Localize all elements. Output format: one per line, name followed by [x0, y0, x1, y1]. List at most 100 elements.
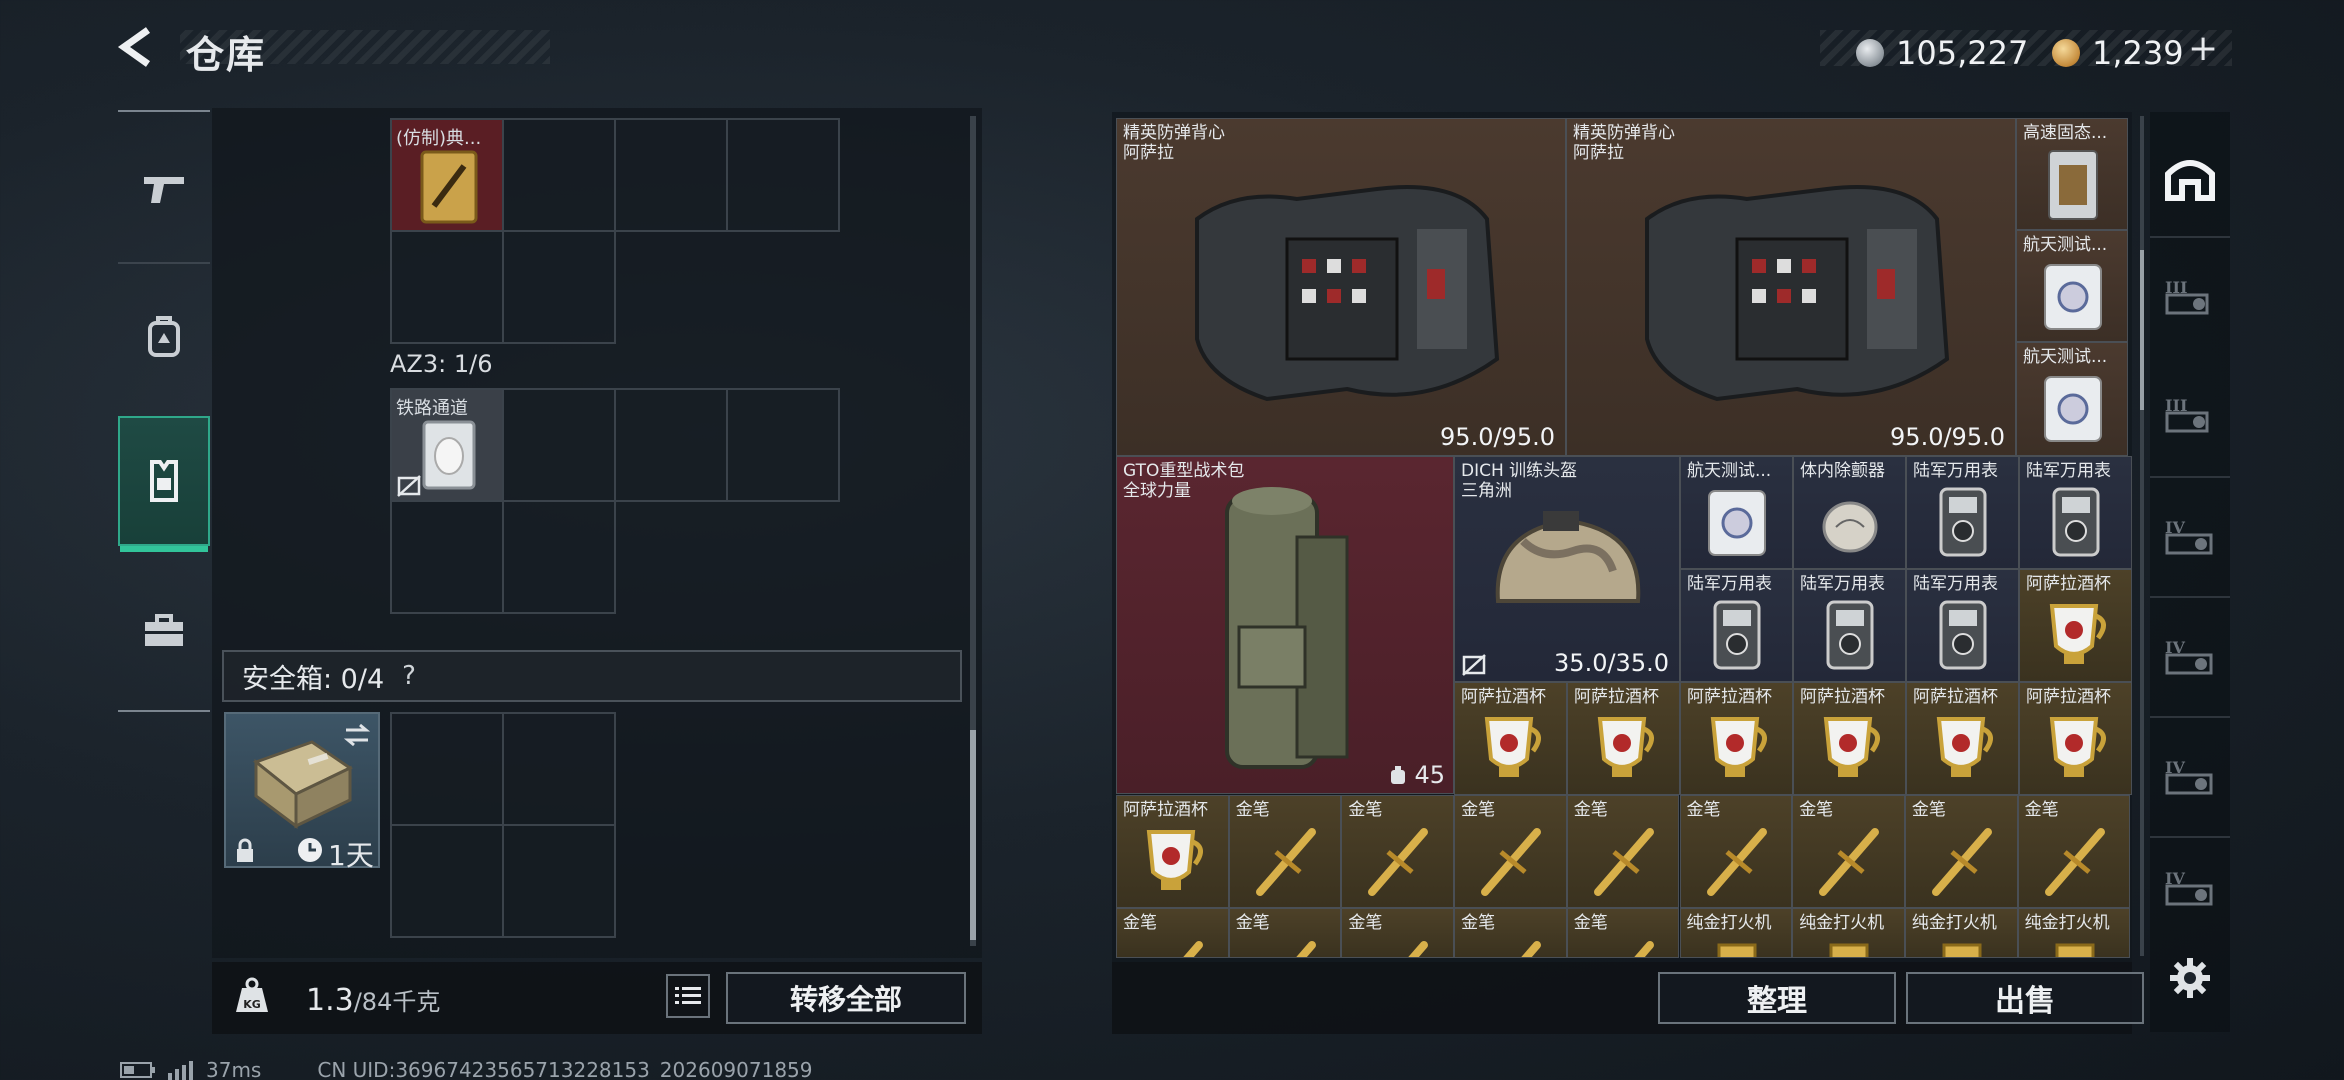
stash-item[interactable]: 阿萨拉酒杯 [1680, 682, 1793, 795]
stash-item[interactable]: 金笔 [1341, 795, 1455, 908]
stash-item[interactable]: 陆军万用表 [1906, 456, 2019, 569]
stash-item[interactable]: 陆军万用表 [1906, 569, 2019, 682]
grid-slot[interactable] [390, 712, 504, 826]
stash-item[interactable]: 金笔 [1679, 795, 1793, 908]
gear-icon [2170, 958, 2210, 998]
settings-button[interactable] [2150, 944, 2230, 1012]
grid-slot[interactable] [614, 388, 728, 502]
sort-button[interactable]: 整理 [1658, 972, 1896, 1024]
grid-slot[interactable] [390, 500, 504, 614]
goblet-icon [2049, 717, 2106, 777]
item-dich-helmet[interactable]: DICH 训练头盔 三角洲 35.0/35.0 [1454, 456, 1680, 682]
item-elite-vest-1[interactable]: 精英防弹背心 阿萨拉 95.0/95.0 [1116, 118, 1566, 456]
stash-item[interactable]: 金笔 [1228, 795, 1342, 908]
item-name: 高速固态... [2023, 123, 2108, 143]
stash-item[interactable]: 金笔 [1454, 908, 1567, 958]
item-name: 阿萨拉酒杯 [2026, 574, 2111, 594]
tab-tier-4-a[interactable]: IV [2150, 478, 2230, 596]
grid-slot[interactable] [614, 118, 728, 232]
item-name: 航天测试... [2023, 347, 2108, 367]
safe-box-slot[interactable]: 1天 [224, 712, 380, 872]
grid-slot[interactable]: (仿制)典... [390, 118, 504, 232]
swap-icon[interactable] [342, 722, 372, 748]
stash-item[interactable]: 金笔 [1566, 795, 1680, 908]
item-ssd[interactable]: 高速固态... [2016, 118, 2128, 230]
stash-item[interactable]: 纯金打火机 [1904, 908, 2018, 958]
keycard-icon [422, 420, 476, 490]
multimeter-icon [1713, 600, 1761, 670]
stash-item[interactable]: 陆军万用表 [2019, 456, 2132, 569]
add-currency-button[interactable]: + [2188, 28, 2218, 69]
tab-tier-4-b[interactable]: IV [2150, 598, 2230, 716]
grid-slot[interactable] [390, 824, 504, 938]
stash-item[interactable]: 阿萨拉酒杯 [1906, 682, 2019, 795]
nav-weapons[interactable] [118, 124, 210, 254]
item-elite-vest-2[interactable]: 精英防弹背心 阿萨拉 95.0/95.0 [1566, 118, 2016, 456]
defibrillator-icon [1822, 501, 1878, 553]
item-name: 金笔 [1799, 800, 1834, 820]
stash-item[interactable]: 航天测试... [1680, 456, 1793, 569]
left-scrollbar-thumb[interactable] [970, 730, 976, 940]
item-gto-backpack[interactable]: GTO重型战术包 全球力量 45 [1116, 456, 1454, 794]
item-name: 航天测试... [2023, 235, 2108, 255]
grid-slot[interactable] [502, 118, 616, 232]
stash-item[interactable]: 阿萨拉酒杯 [1454, 682, 1567, 795]
stash-item[interactable]: 阿萨拉酒杯 [1116, 795, 1229, 908]
stash-item[interactable]: 阿萨拉酒杯 [2019, 569, 2132, 682]
stash-item[interactable]: 金笔 [1454, 795, 1567, 908]
nav-vest[interactable] [118, 416, 210, 552]
item-name: 陆军万用表 [1913, 461, 1998, 481]
gold-currency: 1,239 [2052, 34, 2184, 72]
stash-item[interactable]: 体内除颤器 [1793, 456, 1906, 569]
tab-tier-3-b[interactable]: III [2150, 356, 2230, 474]
right-scrollbar-track[interactable] [2140, 116, 2144, 956]
tab-tier-3-a[interactable]: III [2150, 238, 2230, 356]
item-name: 纯金打火机 [1911, 913, 1997, 933]
stash-item[interactable]: 阿萨拉酒杯 [1567, 682, 1680, 795]
right-scrollbar-thumb[interactable] [2140, 250, 2144, 410]
grid-slot[interactable] [502, 824, 616, 938]
grid-slot[interactable] [390, 230, 504, 344]
grid-slot[interactable]: 铁路通道 [390, 388, 504, 502]
grid-slot[interactable] [502, 388, 616, 502]
stash-item[interactable]: 金笔 [1792, 795, 1905, 908]
stash-item[interactable]: 阿萨拉酒杯 [2019, 682, 2132, 795]
grid-slot[interactable] [726, 118, 840, 232]
weight-readout: 1.3/84千克 [306, 982, 440, 1018]
goblet-icon [1597, 717, 1654, 777]
back-button[interactable] [112, 22, 162, 72]
grid-slot[interactable] [502, 712, 616, 826]
nav-backpack[interactable] [118, 272, 210, 402]
stash-item[interactable]: 陆军万用表 [1793, 569, 1906, 682]
multimeter-icon [1826, 600, 1874, 670]
stash-item[interactable]: 金笔 [1904, 795, 2018, 908]
status-bar: 37ms CN UID:3696742356571322815​3_202609… [120, 1058, 813, 1080]
item-aerospace-test-2[interactable]: 航天测试... [2016, 342, 2128, 456]
transfer-all-button[interactable]: 转移全部 [726, 972, 966, 1024]
tier-4-key-icon: IV [2165, 518, 2213, 555]
stash-item[interactable]: 金笔 [1116, 908, 1229, 958]
stash-item[interactable]: 金笔 [1228, 908, 1342, 958]
stash-item[interactable]: 陆军万用表 [1680, 569, 1793, 682]
grid-slot[interactable] [502, 230, 616, 344]
stash-item[interactable]: 纯金打火机 [1679, 908, 1793, 958]
item-aerospace-test-1[interactable]: 航天测试... [2016, 230, 2128, 342]
stash-item[interactable]: 阿萨拉酒杯 [1793, 682, 1906, 795]
item-name: 金笔 [1461, 913, 1496, 933]
nav-case[interactable] [118, 566, 210, 696]
help-icon[interactable]: ? [402, 661, 416, 691]
grid-slot[interactable] [726, 388, 840, 502]
stash-item[interactable]: 纯金打火机 [1792, 908, 1905, 958]
tab-tier-4-d[interactable]: IV [2150, 838, 2230, 938]
stash-item[interactable]: 金笔 [1566, 908, 1680, 958]
list-view-button[interactable] [666, 974, 710, 1018]
stash-item[interactable]: 金笔 [2017, 795, 2131, 908]
grid-slot[interactable] [502, 500, 616, 614]
stash-item[interactable]: 纯金打火机 [2017, 908, 2131, 958]
tab-home[interactable] [2150, 118, 2230, 236]
clock-icon [298, 838, 322, 862]
item-name: 航天测试... [1687, 461, 1772, 481]
sell-button[interactable]: 出售 [1906, 972, 2144, 1024]
stash-item[interactable]: 金笔 [1341, 908, 1455, 958]
tab-tier-4-c[interactable]: IV [2150, 718, 2230, 836]
